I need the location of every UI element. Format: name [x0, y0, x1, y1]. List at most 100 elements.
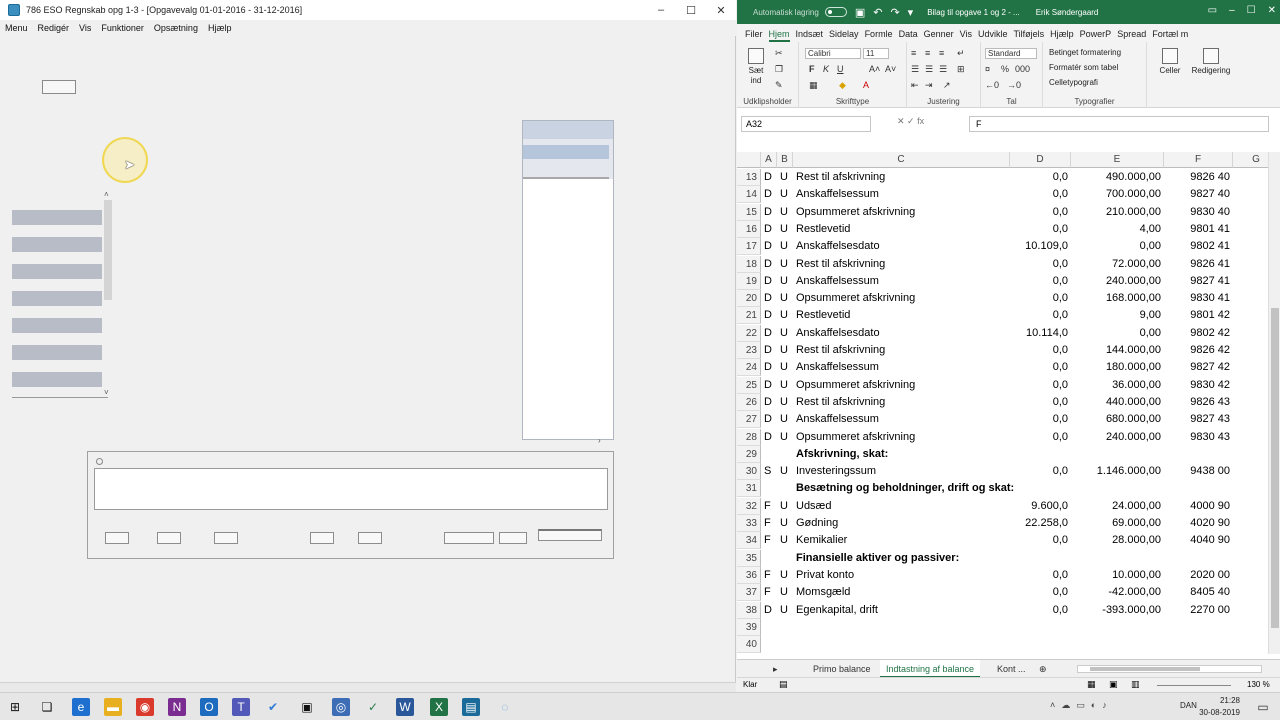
cell-f[interactable] — [1164, 619, 1233, 636]
cell-e[interactable]: 240.000,00 — [1071, 273, 1164, 290]
cell-e[interactable]: -393.000,00 — [1071, 602, 1164, 619]
column-header[interactable]: A — [761, 152, 777, 168]
column-header[interactable]: E — [1071, 152, 1164, 168]
cell-c[interactable]: Restlevetid — [793, 221, 1010, 238]
radio-button[interactable] — [96, 458, 103, 465]
sheet-nav-icon[interactable]: ▸ — [767, 660, 784, 678]
horizontal-scrollbar[interactable] — [1077, 665, 1262, 673]
quick-access-icon[interactable]: ▾ — [908, 6, 914, 19]
cell-f[interactable] — [1164, 636, 1233, 653]
cell-c[interactable]: Egenkapital, drift — [793, 602, 1010, 619]
format-as-table-button[interactable]: Formatér som tabel — [1049, 63, 1118, 72]
cell-f[interactable]: 9827 41 — [1164, 273, 1233, 290]
align-center-icon[interactable]: ☰ — [925, 64, 933, 75]
row-header[interactable]: 16 — [737, 220, 761, 238]
cell-d[interactable]: 9.600,0 — [1010, 498, 1071, 515]
cell-c[interactable]: Privat konto — [793, 567, 1010, 584]
row-header[interactable]: 24 — [737, 359, 761, 377]
row-header[interactable]: 35 — [737, 549, 761, 567]
cell-e[interactable]: 168.000,00 — [1071, 290, 1164, 307]
cell-f[interactable]: 9801 42 — [1164, 307, 1233, 324]
cell-f[interactable]: 2020 00 — [1164, 567, 1233, 584]
cell-a[interactable]: D — [761, 221, 777, 238]
cell-d[interactable]: 0,0 — [1010, 359, 1071, 376]
cell-c[interactable]: Anskaffelsesdato — [793, 238, 1010, 255]
row-header[interactable]: 34 — [737, 532, 761, 550]
increase-decimal-icon[interactable]: ←0 — [985, 80, 999, 90]
row-header[interactable]: 15 — [737, 203, 761, 221]
cell-a[interactable]: D — [761, 342, 777, 359]
cell-d[interactable]: 0,0 — [1010, 602, 1071, 619]
cell-e[interactable]: 69.000,00 — [1071, 515, 1164, 532]
cell-b[interactable]: U — [777, 429, 793, 446]
tab-hjem[interactable]: Hjem — [768, 29, 790, 42]
cell-b[interactable]: U — [777, 169, 793, 186]
cell-e[interactable]: 72.000,00 — [1071, 256, 1164, 273]
cell-styles-button[interactable]: Celletypografi — [1049, 78, 1098, 87]
sheet-tab-kont[interactable]: Kont ... — [991, 660, 1032, 678]
row-header[interactable]: 26 — [737, 393, 761, 411]
cell-e[interactable] — [1071, 619, 1164, 636]
cell-f[interactable]: 4020 90 — [1164, 515, 1233, 532]
cell-c[interactable]: Afskrivning, skat: — [793, 446, 1233, 463]
cell-b[interactable]: U — [777, 204, 793, 221]
right-panel-selected-row[interactable] — [523, 145, 609, 159]
cell-b[interactable]: U — [777, 359, 793, 376]
cell-d[interactable]: 10.109,0 — [1010, 238, 1071, 255]
decrease-decimal-icon[interactable]: →0 — [1007, 80, 1021, 90]
scroll-right-icon[interactable]: › — [598, 436, 601, 445]
bottom-text-area[interactable] — [94, 468, 608, 510]
cell-a[interactable] — [761, 619, 777, 636]
cell-d[interactable]: 0,0 — [1010, 394, 1071, 411]
cell-a[interactable]: D — [761, 602, 777, 619]
number-format-select[interactable]: Standard — [985, 48, 1037, 59]
cell-f[interactable]: 9438 00 — [1164, 463, 1233, 480]
cell-c[interactable]: Anskaffelsesdato — [793, 325, 1010, 342]
cell-e[interactable]: 240.000,00 — [1071, 429, 1164, 446]
cell-a[interactable]: D — [761, 290, 777, 307]
chrome-icon[interactable]: ◉ — [136, 698, 154, 716]
tab-udvikler[interactable]: Udvikle — [978, 29, 1008, 42]
cell-e[interactable]: 0,00 — [1071, 325, 1164, 342]
cell-e[interactable]: 9,00 — [1071, 307, 1164, 324]
cell-f[interactable]: 9827 42 — [1164, 359, 1233, 376]
row-header[interactable]: 33 — [737, 515, 761, 532]
scroll-down-icon[interactable]: ˅ — [104, 388, 109, 397]
list-item[interactable] — [12, 291, 102, 306]
cell-c[interactable]: Opsummeret afskrivning — [793, 429, 1010, 446]
cell-c[interactable]: Rest til afskrivning — [793, 256, 1010, 273]
word-icon[interactable]: W — [396, 698, 414, 716]
tab-gennemse[interactable]: Genner — [924, 29, 954, 42]
cell-e[interactable]: 4,00 — [1071, 221, 1164, 238]
cut-icon[interactable]: ✂ — [775, 48, 783, 59]
sheet-tab-indtastning[interactable]: Indtastning af balance — [880, 660, 981, 678]
row-header[interactable]: 25 — [737, 376, 761, 394]
cell-f[interactable]: 2270 00 — [1164, 602, 1233, 619]
row-header[interactable]: 30 — [737, 463, 761, 481]
tab-spreadsheet[interactable]: Spread — [1117, 29, 1146, 42]
bottom-field[interactable] — [499, 532, 527, 544]
row-header[interactable]: 22 — [737, 324, 761, 342]
cell-c[interactable]: Finansielle aktiver og passiver: — [793, 550, 1233, 567]
cell-d[interactable] — [1010, 619, 1071, 636]
cell-b[interactable]: U — [777, 238, 793, 255]
tell-me-search[interactable]: Fortæl m — [1152, 29, 1188, 42]
bottom-field[interactable] — [358, 532, 382, 544]
menu-item-hjaelp[interactable]: Hjælp — [208, 23, 232, 33]
cell-a[interactable] — [761, 636, 777, 653]
cell-e[interactable]: -42.000,00 — [1071, 584, 1164, 601]
font-name-select[interactable]: Calibri — [805, 48, 861, 59]
ribbon-display-icon[interactable]: ▭ — [1208, 5, 1217, 16]
windows-start-icon[interactable]: ⊞ — [6, 698, 24, 716]
cell-b[interactable]: U — [777, 532, 793, 549]
fill-color-icon[interactable]: ◆ — [839, 80, 846, 91]
cell-d[interactable]: 0,0 — [1010, 342, 1071, 359]
tab-sidelayout[interactable]: Sidelay — [829, 29, 859, 42]
cell-d[interactable]: 22.258,0 — [1010, 515, 1071, 532]
thousands-icon[interactable]: 000 — [1015, 64, 1030, 74]
cell-e[interactable]: 36.000,00 — [1071, 377, 1164, 394]
formula-input[interactable]: F — [969, 116, 1269, 132]
cell-c[interactable] — [793, 636, 1010, 653]
cell-c[interactable]: Rest til afskrivning — [793, 394, 1010, 411]
excel-icon[interactable]: X — [430, 698, 448, 716]
